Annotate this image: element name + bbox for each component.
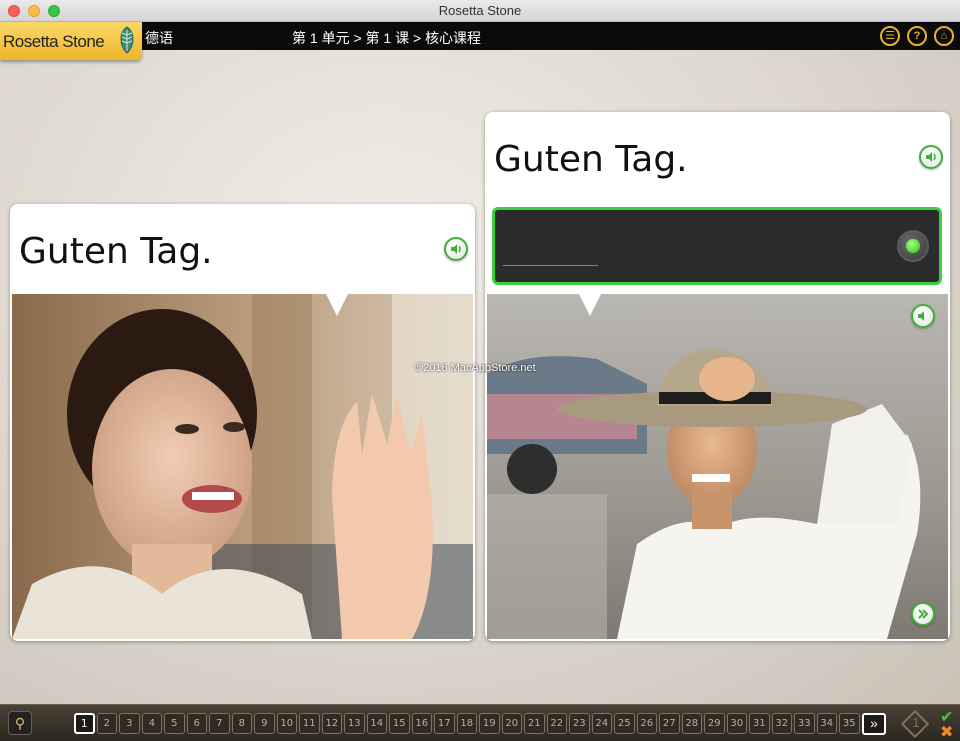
help-button[interactable]: ?: [907, 26, 927, 46]
page-button[interactable]: 21: [524, 713, 545, 734]
window-titlebar: Rosetta Stone: [0, 0, 960, 22]
double-chevron-right-icon: [918, 609, 929, 619]
score-count: 1: [912, 715, 920, 730]
menu-button[interactable]: ☰: [880, 26, 900, 46]
speaker-icon: [451, 244, 461, 254]
page-button[interactable]: 7: [209, 713, 230, 734]
continue-button[interactable]: [911, 602, 935, 626]
menu-icon: ☰: [885, 30, 895, 42]
page-button[interactable]: 32: [771, 713, 792, 734]
page-button[interactable]: 24: [591, 713, 612, 734]
page-button[interactable]: 30: [726, 713, 747, 734]
window-title: Rosetta Stone: [438, 3, 522, 18]
help-icon: ?: [913, 30, 921, 42]
page-button[interactable]: 26: [636, 713, 657, 734]
woman-waving-photo: [12, 294, 473, 639]
screen-pagination: 1 2 3 4 5 6 7 8 9 10 11 12 13 14 15 16 17 18 19 20 21 22 23 24 2…: [74, 713, 860, 735]
page-button[interactable]: 23: [569, 713, 590, 734]
incorrect-cross-icon: ✖: [940, 724, 954, 741]
page-button[interactable]: 27: [659, 713, 680, 734]
speech-bubble-tail: [579, 294, 601, 316]
page-button[interactable]: 8: [231, 713, 252, 734]
speaker-icon: [918, 311, 924, 321]
lesson-card-right[interactable]: Guten Tag.: [485, 112, 950, 641]
speech-bubble-tail: [326, 294, 348, 316]
page-button[interactable]: 31: [749, 713, 770, 734]
play-audio-button[interactable]: [919, 145, 943, 169]
page-button[interactable]: 12: [321, 713, 342, 734]
rosetta-stone-logo[interactable]: Rosetta Stone: [0, 22, 142, 60]
page-button[interactable]: 2: [96, 713, 117, 734]
page-button[interactable]: 10: [276, 713, 297, 734]
page-button[interactable]: 11: [299, 713, 320, 734]
page-button[interactable]: 5: [164, 713, 185, 734]
microphone-button[interactable]: [897, 230, 929, 262]
page-button[interactable]: 20: [501, 713, 522, 734]
play-audio-button[interactable]: [444, 237, 468, 261]
home-icon: ⌂: [940, 30, 948, 42]
window-minimize-button[interactable]: [28, 5, 40, 17]
window-maximize-button[interactable]: [48, 5, 60, 17]
speaker-icon: [926, 152, 936, 162]
page-button[interactable]: 15: [389, 713, 410, 734]
lesson-card-left[interactable]: Guten Tag.: [10, 204, 475, 641]
zoom-button[interactable]: ⚲: [8, 711, 32, 735]
home-button[interactable]: ⌂: [934, 26, 954, 46]
bottom-navigation-bar: ⚲ 1 2 3 4 5 6 7 8 9 10 11 12 13 14 15 16 17 18 19 20 21 22 23 2…: [0, 704, 960, 741]
replay-audio-button[interactable]: [911, 304, 935, 328]
page-button[interactable]: 9: [254, 713, 275, 734]
watermark-text: ©2016 MacAppStore.net: [415, 362, 536, 374]
page-button[interactable]: 35: [839, 713, 860, 734]
leaf-icon: [120, 26, 134, 54]
page-button[interactable]: 33: [794, 713, 815, 734]
man-with-hat-photo: [487, 294, 948, 639]
page-button[interactable]: 6: [186, 713, 207, 734]
page-button[interactable]: 3: [119, 713, 140, 734]
page-button[interactable]: 13: [344, 713, 365, 734]
page-button[interactable]: 25: [614, 713, 635, 734]
page-button[interactable]: 14: [366, 713, 387, 734]
page-button[interactable]: 16: [411, 713, 432, 734]
logo-text: Rosetta Stone: [3, 32, 105, 51]
page-button[interactable]: 28: [681, 713, 702, 734]
breadcrumb: 第 1 单元 > 第 1 课 > 核心课程: [292, 30, 482, 46]
page-button[interactable]: 19: [479, 713, 500, 734]
magnifier-icon: ⚲: [14, 715, 26, 731]
window-close-button[interactable]: [8, 5, 20, 17]
page-button[interactable]: 29: [704, 713, 725, 734]
speech-progress-line: [503, 265, 598, 266]
next-page-button[interactable]: »: [862, 713, 886, 735]
page-button[interactable]: 4: [141, 713, 162, 734]
speech-input-panel[interactable]: [492, 207, 942, 285]
phrase-text: Guten Tag.: [19, 231, 213, 272]
page-button[interactable]: 22: [546, 713, 567, 734]
page-button[interactable]: 34: [816, 713, 837, 734]
app-header: Rosetta Stone 德语 第 1 单元 > 第 1 课 > 核心课程 ☰…: [0, 22, 960, 60]
page-button[interactable]: 18: [456, 713, 477, 734]
page-button[interactable]: 1: [74, 713, 95, 734]
page-button[interactable]: 17: [434, 713, 455, 734]
phrase-text: Guten Tag.: [494, 139, 688, 180]
course-language: 德语: [145, 30, 173, 46]
record-indicator-icon: [906, 239, 920, 253]
